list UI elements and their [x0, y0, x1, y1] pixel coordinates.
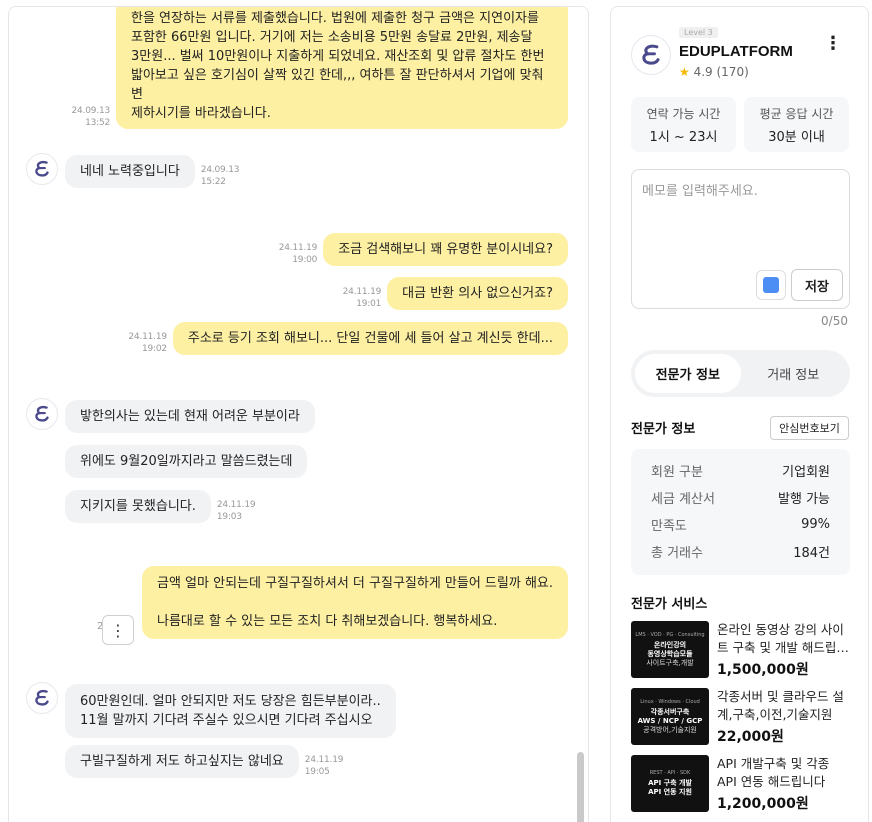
info-tabs: 전문가 정보 거래 정보 — [631, 350, 850, 397]
expert-rating: ★ 4.9 (170) — [679, 65, 749, 79]
service-card[interactable]: LMS · VOD · PG · Consulting 온라인강의 동영상학습모… — [631, 621, 861, 681]
message-bubble-mine: 대금 반환 의사 없으신거죠? — [387, 277, 568, 310]
stat-row: 세금 계산서 발행 가능 — [651, 492, 830, 507]
message-row: 밯한의사는 있는데 현재 어려운 부분이라 — [65, 400, 315, 433]
service-title[interactable]: API 개발구축 및 각종 API 연동 해드립니다 — [717, 755, 849, 791]
message-bubble-mine: 한을 연장하는 서류를 제출했습니다. 법원에 제출한 청구 금액은 지연이자를… — [116, 7, 568, 129]
eduplatform-logo-icon — [35, 160, 49, 177]
message-timestamp: 24.11.19 19:00 — [278, 243, 318, 265]
message-bubble-mine: 조금 검색해보니 꽤 유명한 분이시네요? — [323, 233, 568, 266]
expert-name[interactable]: EDUPLATFORM — [679, 43, 793, 60]
eduplatform-logo-icon — [642, 44, 660, 65]
service-price: 1,200,000원 — [717, 796, 809, 812]
service-thumbnail: Linux · Windows · Cloud 각종서버구축 AWS / NCP… — [631, 688, 709, 745]
message-bubble-mine: 금액 얼마 안되는데 구질구질하셔서 더 구질구질하게 만들어 드릴까 해요. … — [142, 566, 568, 639]
response-time-box: 평균 응답 시간 30분 이내 — [744, 97, 849, 152]
message-row: 위에도 9월20일까지라고 말씀드렸는데 — [65, 445, 308, 478]
message-bubble-theirs: 네네 노력중입니다 — [65, 155, 195, 188]
service-card[interactable]: Linux · Windows · Cloud 각종서버구축 AWS / NCP… — [631, 688, 861, 748]
memo-char-count: 0/50 — [821, 314, 848, 328]
service-price: 22,000원 — [717, 729, 784, 745]
more-options-icon[interactable]: ⋮ — [824, 33, 842, 54]
service-card[interactable]: REST · API · SDK API 구축 개발 API 연동 지원 API… — [631, 755, 861, 815]
safe-number-button[interactable]: 안심번호보기 — [770, 416, 849, 440]
service-title[interactable]: 온라인 동영상 강의 사이트 구축 및 개발 해드립니다 — [717, 621, 849, 657]
message-timestamp: 24.09.13 13:52 — [71, 106, 111, 128]
message-bubble-theirs: 구빌구질하게 저도 하고싶지는 않네요 — [65, 745, 299, 778]
service-thumbnail: REST · API · SDK API 구축 개발 API 연동 지원 — [631, 755, 709, 812]
message-row: 60만원인데. 얼마 안되지만 저도 당장은 힘든부분이라.. 11월 말까지 … — [65, 684, 396, 738]
eduplatform-logo-icon — [35, 689, 49, 706]
memo-color-button[interactable] — [756, 270, 786, 300]
chat-panel: 24.09.13 13:52 한을 연장하는 서류를 제출했습니다. 법원에 제출… — [8, 6, 589, 822]
response-time-label: 평균 응답 시간 — [759, 107, 834, 121]
message-row: 24.11.19 19:02 주소로 등기 조회 해보니... 단일 건물에 세 … — [128, 322, 568, 355]
avatar[interactable] — [26, 398, 58, 430]
message-bubble-theirs: 60만원인데. 얼마 안되지만 저도 당장은 힘든부분이라.. 11월 말까지 … — [65, 684, 396, 738]
stat-row: 만족도 99% — [651, 517, 830, 534]
message-row: 지키지를 못했습니다. 24.11.19 19:03 — [65, 490, 256, 523]
avatar[interactable] — [26, 153, 58, 185]
service-thumbnail: LMS · VOD · PG · Consulting 온라인강의 동영상학습모… — [631, 621, 709, 678]
message-bubble-mine: 주소로 등기 조회 해보니... 단일 건물에 세 들어 살고 계신듯 한데..… — [172, 322, 568, 355]
memo-box[interactable]: 메모를 입력해주세요. 저장 — [631, 169, 850, 309]
tab-expert-info[interactable]: 전문가 정보 — [635, 354, 741, 393]
message-timestamp: 24.11.19 19:01 — [342, 287, 382, 309]
expert-stats: 회원 구분 기업회원 세금 계산서 발행 가능 만족도 99% 총 거래수 184건 — [631, 449, 850, 575]
expert-info-title: 전문가 정보 — [631, 422, 696, 437]
color-swatch-icon — [763, 277, 779, 293]
message-row: 네네 노력중입니다 24.09.13 15:22 — [65, 155, 239, 188]
memo-save-button[interactable]: 저장 — [791, 269, 843, 301]
contact-hours-value: 1시 ~ 23시 — [649, 130, 718, 145]
stat-row: 총 거래수 184건 — [651, 546, 830, 561]
message-bubble-theirs: 밯한의사는 있는데 현재 어려운 부분이라 — [65, 400, 315, 433]
message-more-button[interactable]: ⋮ — [102, 615, 134, 645]
contact-hours-box: 연락 가능 시간 1시 ~ 23시 — [631, 97, 736, 152]
response-time-value: 30분 이내 — [768, 130, 825, 145]
tab-transaction-info[interactable]: 거래 정보 — [741, 354, 847, 393]
message-bubble-theirs: 지키지를 못했습니다. — [65, 490, 211, 523]
services-title: 전문가 서비스 — [631, 597, 708, 612]
message-row: 24.11.19 19:00 조금 검색해보니 꽤 유명한 분이시네요? — [279, 233, 568, 266]
message-timestamp: 24.11.19 19:05 — [304, 755, 344, 777]
message-bubble-theirs: 위에도 9월20일까지라고 말씀드렸는데 — [65, 445, 308, 478]
memo-input[interactable]: 메모를 입력해주세요. — [642, 180, 758, 199]
avatar[interactable] — [26, 682, 58, 714]
rating-value: 4.9 (170) — [693, 65, 749, 79]
eduplatform-logo-icon — [35, 405, 49, 422]
service-price: 1,500,000원 — [717, 662, 809, 678]
stat-row: 회원 구분 기업회원 — [651, 465, 830, 480]
message-row: 24.09.13 13:52 한을 연장하는 서류를 제출했습니다. 법원에 제출… — [71, 7, 568, 129]
level-badge: Level 3 — [679, 27, 718, 38]
star-icon: ★ — [679, 65, 690, 79]
expert-avatar[interactable] — [631, 35, 671, 75]
message-timestamp: 24.11.19 19:02 — [128, 332, 167, 354]
message-row: 구빌구질하게 저도 하고싶지는 않네요 24.11.19 19:05 — [65, 745, 343, 778]
contact-hours-label: 연락 가능 시간 — [646, 107, 721, 121]
message-row: 금액 얼마 안되는데 구질구질하셔서 더 구질구질하게 만들어 드릴까 해요. … — [142, 566, 568, 639]
message-row: 24.11.19 19:01 대금 반환 의사 없으신거죠? — [343, 277, 568, 310]
message-timestamp: 24.11.19 19:03 — [216, 500, 256, 522]
expert-side-panel: Level 3 EDUPLATFORM ★ 4.9 (170) ⋮ 연락 가능 … — [610, 6, 869, 822]
chat-scrollbar[interactable] — [577, 752, 584, 822]
message-timestamp: 24.09.13 15:22 — [200, 165, 240, 187]
service-title[interactable]: 각종서버 및 클라우드 설계,구축,이전,기술지원 — [717, 688, 849, 724]
